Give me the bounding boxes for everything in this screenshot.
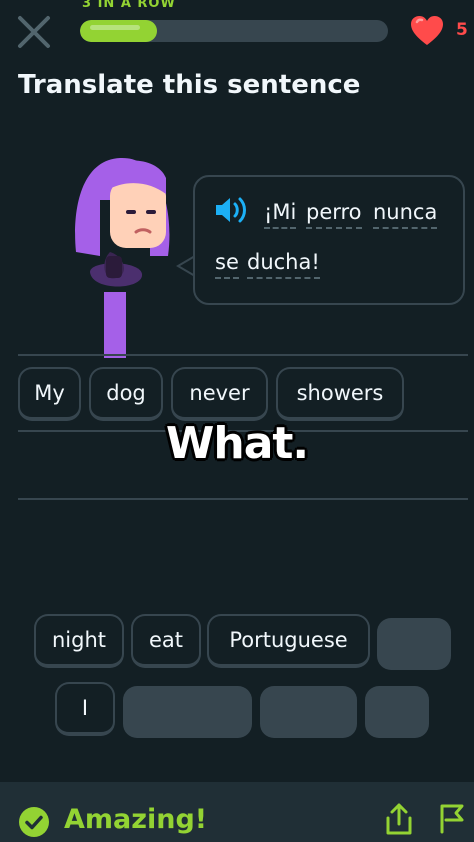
page-title: Translate this sentence (18, 70, 361, 100)
audio-button[interactable] (214, 196, 250, 224)
progress-bar (80, 20, 388, 42)
answer-chip[interactable]: showers (276, 367, 404, 421)
used-word-slot (123, 686, 252, 738)
streak-label: 3 IN A ROW (82, 0, 176, 11)
sentence-word[interactable]: se (215, 250, 239, 279)
sentence-word[interactable]: perro (306, 200, 362, 229)
used-word-slot (377, 618, 451, 670)
word-bank-chip[interactable]: I (55, 682, 115, 736)
sentence-word[interactable]: nunca (373, 200, 438, 229)
speech-bubble (193, 175, 465, 305)
close-icon (18, 16, 50, 48)
report-flag-button[interactable] (436, 802, 468, 834)
answer-line (18, 354, 468, 356)
word-bank-chip[interactable]: Portuguese (207, 614, 370, 668)
used-word-slot (260, 686, 357, 738)
share-icon (386, 803, 412, 835)
hearts-count: 5 (456, 20, 468, 40)
feedback-message: Amazing! (64, 804, 208, 835)
answer-chip[interactable]: never (171, 367, 268, 421)
word-bank-chip[interactable]: eat (131, 614, 201, 668)
sentence-word[interactable]: ducha! (247, 250, 320, 279)
word-bank-chip[interactable]: night (34, 614, 124, 668)
flag-icon (440, 804, 464, 834)
overlay-caption: What. (165, 418, 309, 469)
speaker-icon (216, 197, 246, 223)
used-word-slot (365, 686, 429, 738)
share-button[interactable] (384, 802, 414, 836)
sentence-word[interactable]: ¡Mi (264, 200, 297, 229)
heart-icon (411, 16, 443, 45)
progress-fill (80, 20, 157, 42)
check-circle-icon (19, 807, 49, 837)
close-button[interactable] (14, 12, 54, 52)
answer-chip[interactable]: My (18, 367, 81, 421)
character-illustration (75, 157, 170, 358)
answer-line (18, 498, 468, 500)
answer-chip[interactable]: dog (89, 367, 163, 421)
